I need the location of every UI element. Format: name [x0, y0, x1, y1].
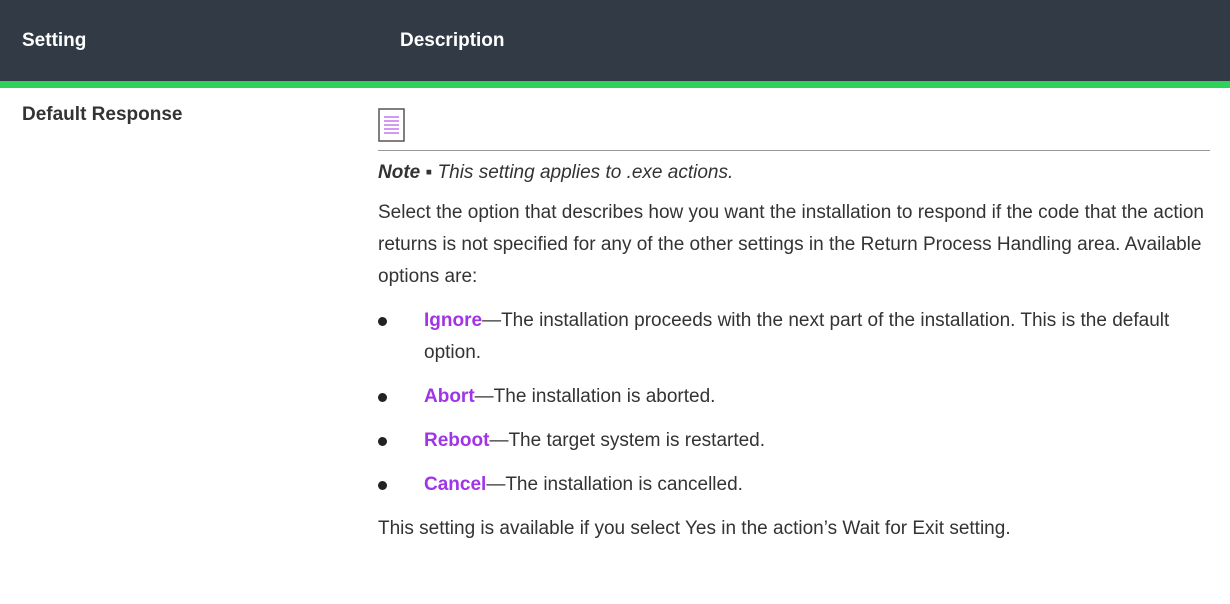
note-icon — [378, 108, 405, 142]
note-separator: ▪ — [420, 162, 438, 183]
footer-paragraph: This setting is available if you select … — [378, 518, 1011, 539]
table-row: Default Response Note ▪ This setting app… — [0, 88, 1230, 545]
option-ignore-link[interactable]: Ignore — [424, 310, 482, 331]
option-reboot-link[interactable]: Reboot — [424, 430, 489, 451]
settings-table: Setting Description Default Response Not… — [0, 0, 1230, 545]
note-text: Note ▪ This setting applies to .exe acti… — [378, 159, 1210, 187]
option-ignore-text: —The installation proceeds with the next… — [424, 310, 1170, 363]
setting-name: Default Response — [22, 104, 183, 125]
option-cancel-link[interactable]: Cancel — [424, 474, 486, 495]
list-item: Reboot—The target system is restarted. — [378, 425, 1210, 457]
option-reboot-text: —The target system is restarted. — [489, 430, 766, 451]
list-item: Ignore—The installation proceeds with th… — [378, 305, 1210, 369]
bullet-icon — [378, 393, 387, 402]
note-header — [378, 104, 1210, 151]
list-item: Cancel—The installation is cancelled. — [378, 469, 1210, 501]
table-header: Setting Description — [0, 0, 1230, 88]
note-body: This setting applies to .exe actions. — [437, 162, 734, 183]
header-description: Description — [400, 30, 505, 51]
option-cancel-text: —The installation is cancelled. — [486, 474, 743, 495]
bullet-icon — [378, 317, 387, 326]
bullet-icon — [378, 437, 387, 446]
note-label: Note — [378, 162, 421, 183]
option-abort-text: —The installation is aborted. — [474, 386, 716, 407]
header-setting: Setting — [22, 30, 87, 51]
intro-paragraph: Select the option that describes how you… — [378, 202, 1204, 287]
list-item: Abort—The installation is aborted. — [378, 381, 1210, 413]
options-list: Ignore—The installation proceeds with th… — [378, 305, 1210, 501]
bullet-icon — [378, 481, 387, 490]
setting-description: Note ▪ This setting applies to .exe acti… — [378, 88, 1230, 545]
option-abort-link[interactable]: Abort — [424, 386, 475, 407]
